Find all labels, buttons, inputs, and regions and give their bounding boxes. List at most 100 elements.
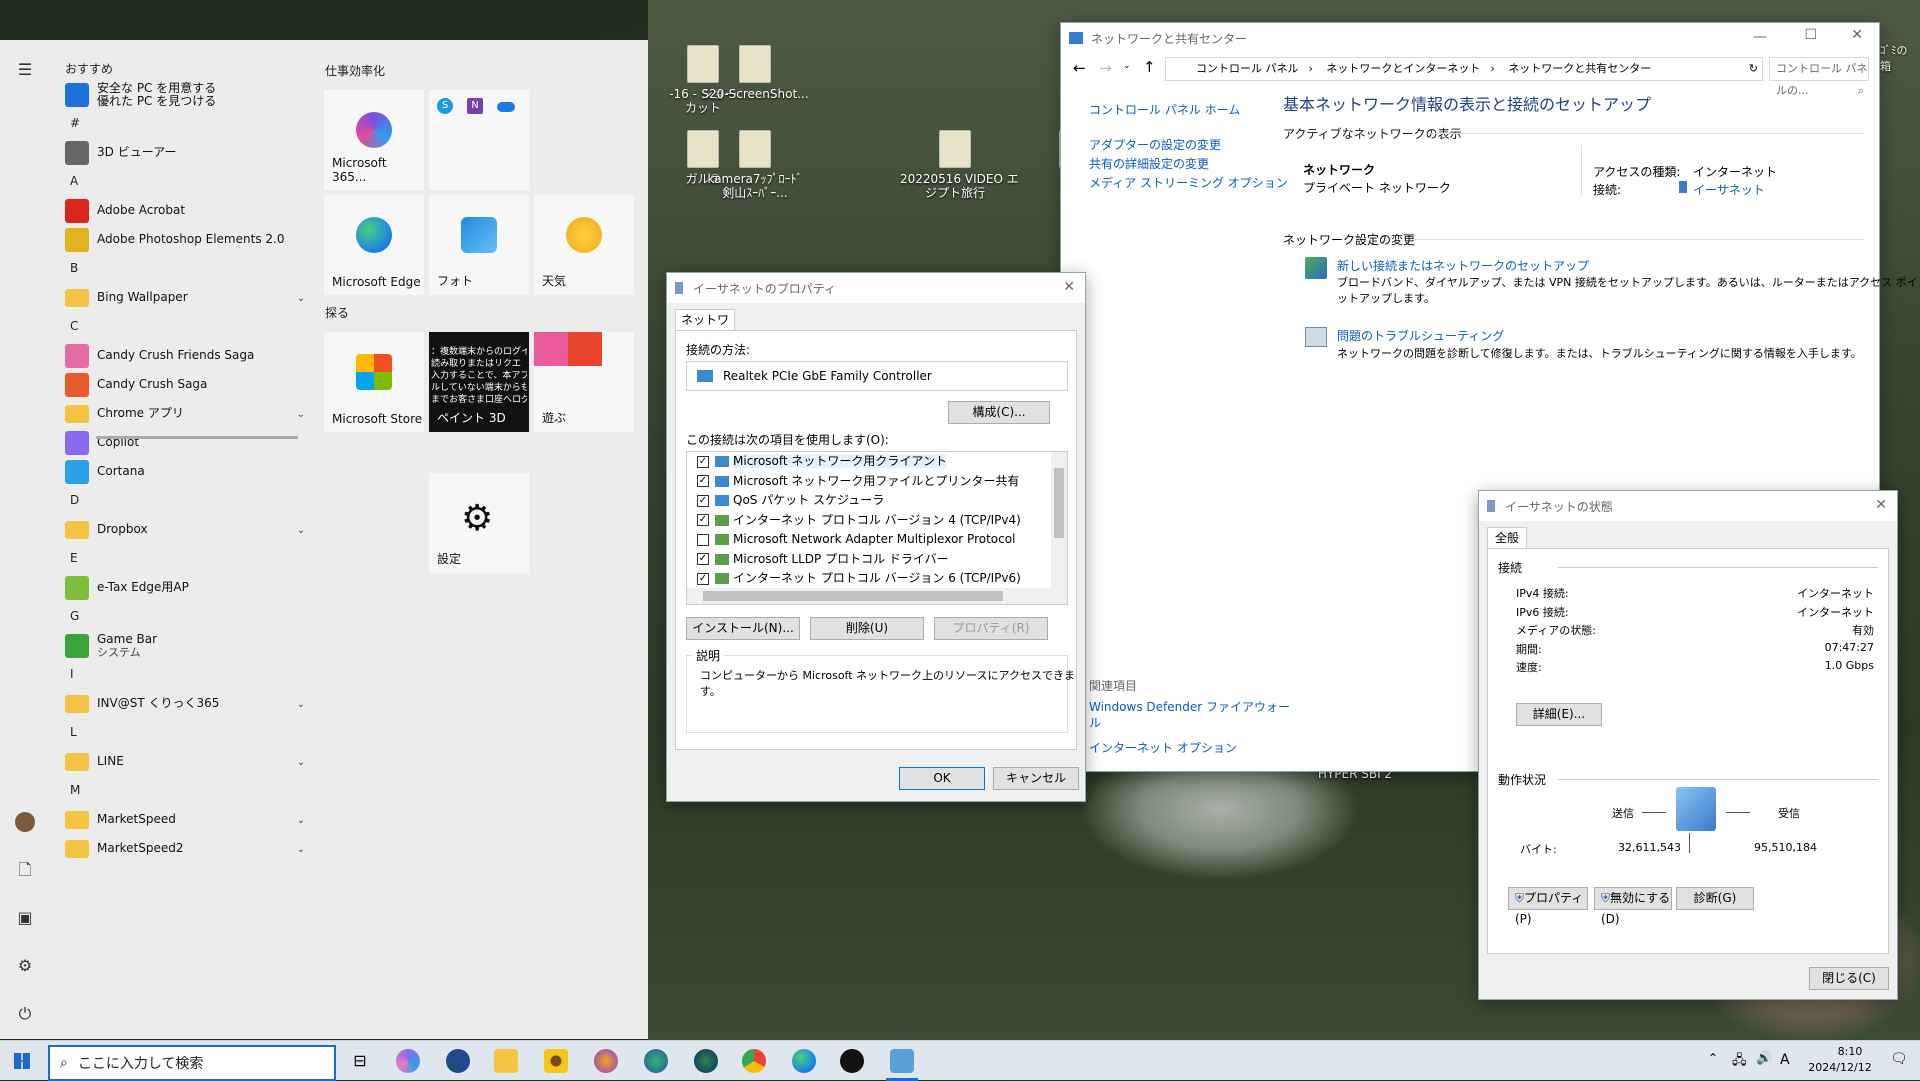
- item-checkbox[interactable]: ✓: [697, 572, 709, 585]
- diagnose-button[interactable]: 診断(G): [1676, 887, 1754, 910]
- back-arrow-icon[interactable]: ←: [1073, 59, 1086, 77]
- app-list-item[interactable]: Chrome アプリ ⌄: [55, 399, 305, 428]
- expand-chevron-icon[interactable]: ⌄: [297, 293, 305, 304]
- item-checkbox[interactable]: ✓: [697, 553, 709, 565]
- firefox-icon[interactable]: [594, 1049, 618, 1073]
- app-list-item[interactable]: 安全な PC を用意する 優れた PC を見つける: [55, 80, 305, 109]
- tile-office-group[interactable]: S N: [429, 90, 529, 190]
- app-list-item[interactable]: Candy Crush Friends Saga: [55, 341, 305, 370]
- address-bar[interactable]: コントロール パネル › ネットワークとインターネット › ネットワークと共有センタ…: [1165, 57, 1763, 81]
- related-link-firewall[interactable]: Windows Defender ファイアウォー ル: [1089, 699, 1290, 731]
- hscroll-thumb[interactable]: [703, 591, 1003, 601]
- protocol-item[interactable]: ✓ インターネット プロトコル バージョン 4 (TCP/IPv4): [687, 511, 1067, 530]
- configure-button[interactable]: 構成(C)...: [948, 401, 1050, 424]
- breadcrumb-item[interactable]: ネットワークと共有センター: [1508, 62, 1651, 75]
- app-list-item[interactable]: MarketSpeed ⌄: [55, 805, 305, 834]
- mt4-icon[interactable]: [446, 1049, 470, 1073]
- app-list-item[interactable]: e-Tax Edge用AP: [55, 573, 305, 602]
- windows-start-icon[interactable]: [14, 1053, 30, 1069]
- tile-play[interactable]: 遊ぶ: [534, 332, 634, 432]
- search-input[interactable]: コントロール パネルの... ⌕: [1769, 57, 1869, 97]
- tile-microsoft-store[interactable]: Microsoft Store: [324, 332, 424, 432]
- app-list-item[interactable]: Adobe Acrobat: [55, 196, 305, 225]
- item-checkbox[interactable]: ✓: [697, 455, 709, 468]
- alpha-header[interactable]: L: [55, 718, 305, 747]
- properties-button[interactable]: ⛨プロパティ(P): [1508, 887, 1588, 926]
- tray-network-icon[interactable]: 🖧: [1732, 1051, 1747, 1073]
- documents-icon[interactable]: 🗋: [15, 860, 35, 880]
- expand-chevron-icon[interactable]: ⌄: [297, 844, 305, 855]
- app-list-item[interactable]: Copilot: [55, 428, 305, 457]
- clock-date[interactable]: 2024/12/12: [1800, 1061, 1880, 1074]
- app-list-item[interactable]: Cortana: [55, 457, 305, 486]
- app-list-item[interactable]: MarketSpeed2 ⌄: [55, 834, 305, 863]
- protocol-item[interactable]: ✓ Microsoft ネットワーク用ファイルとプリンター共有: [687, 472, 1067, 491]
- up-arrow-icon[interactable]: ↑: [1143, 58, 1156, 76]
- ime-indicator[interactable]: A: [1780, 1052, 1790, 1068]
- tile-paint-3d[interactable]: ：複数端末からのログイン 読み取りまたはリクエ 入力することで、本アプリ ルして…: [429, 332, 529, 432]
- alpha-header[interactable]: M: [55, 776, 305, 805]
- scroll-thumb[interactable]: [1054, 468, 1064, 538]
- item-checkbox[interactable]: ✓: [697, 494, 709, 507]
- user-avatar[interactable]: [15, 812, 35, 832]
- file-explorer-icon[interactable]: [494, 1049, 518, 1073]
- tile-microsoft-edge[interactable]: Microsoft Edge: [324, 195, 424, 295]
- close-button[interactable]: ✕: [1875, 497, 1887, 513]
- task-view-icon[interactable]: ⊟: [348, 1049, 372, 1073]
- app-list-item[interactable]: Candy Crush Saga: [55, 370, 305, 399]
- tile-photos[interactable]: フォト: [429, 195, 529, 295]
- app-list-item[interactable]: Bing Wallpaper ⌄: [55, 283, 305, 312]
- audio-app-icon[interactable]: [840, 1049, 864, 1073]
- breadcrumb-item[interactable]: コントロール パネル: [1196, 62, 1299, 75]
- desktop-icon[interactable]: kamera7ｯﾌﾟﾛｰﾄﾞ 剣山ｽｰﾊﾟｰ...: [700, 130, 810, 200]
- alpha-header[interactable]: B: [55, 254, 305, 283]
- copilot-icon[interactable]: [396, 1049, 420, 1073]
- forward-arrow-icon[interactable]: →: [1099, 59, 1112, 77]
- item-checkbox[interactable]: ✓: [697, 475, 709, 487]
- ok-button[interactable]: OK: [899, 767, 985, 790]
- side-link-streaming[interactable]: メディア ストリーミング オプション: [1089, 174, 1288, 193]
- notification-icon[interactable]: 🗨: [1890, 1051, 1908, 1067]
- horizontal-scrollbar[interactable]: [687, 588, 1067, 604]
- app-list-item[interactable]: 3D ビューアー: [55, 138, 305, 167]
- expand-chevron-icon[interactable]: ⌄: [297, 699, 305, 710]
- side-link-sharing[interactable]: 共有の詳細設定の変更: [1089, 155, 1288, 174]
- tab-general[interactable]: 全般: [1487, 527, 1527, 549]
- side-link-adapter[interactable]: アダプターの設定の変更: [1089, 136, 1288, 155]
- tile-microsoft-365[interactable]: Microsoft 365...: [324, 90, 424, 190]
- tile-weather[interactable]: 天気: [534, 195, 634, 295]
- tab-network[interactable]: ネットワーク: [675, 309, 735, 347]
- app-list-item[interactable]: LINE ⌄: [55, 747, 305, 776]
- recycle-bin-label[interactable]: ｺﾞﾐの 箱: [1880, 42, 1908, 74]
- expand-chevron-icon[interactable]: ⌄: [297, 525, 305, 536]
- desktop-icon[interactable]: 20220516 VIDEO エ ジプト旅行: [900, 130, 1019, 200]
- vertical-scrollbar[interactable]: [1051, 452, 1067, 588]
- close-button[interactable]: 閉じる(C): [1809, 967, 1889, 990]
- expand-chevron-icon[interactable]: ⌄: [297, 815, 305, 826]
- minimize-button[interactable]: —: [1753, 29, 1767, 45]
- item-checkbox[interactable]: [697, 533, 709, 546]
- recent-chevron-icon[interactable]: ⌄: [1123, 61, 1131, 71]
- app-list-item[interactable]: Adobe Photoshop Elements 2.0: [55, 225, 305, 254]
- uninstall-button[interactable]: 削除(U): [810, 617, 924, 640]
- sunflower-app-icon[interactable]: [544, 1049, 568, 1073]
- pictures-icon[interactable]: ▣: [15, 908, 35, 928]
- alpha-header[interactable]: #: [55, 109, 305, 138]
- alpha-header[interactable]: D: [55, 486, 305, 515]
- item-properties-button[interactable]: プロパティ(R): [934, 617, 1048, 640]
- globe-app-2-icon[interactable]: [694, 1049, 718, 1073]
- taskbar-search-box[interactable]: ⌕ ここに入力して検索: [48, 1045, 336, 1081]
- details-button[interactable]: 詳細(E)...: [1516, 703, 1602, 726]
- app-list-item[interactable]: INV@ST くりっく365 ⌄: [55, 689, 305, 718]
- breadcrumb-item[interactable]: ネットワークとインターネット: [1326, 62, 1480, 75]
- alpha-header[interactable]: I: [55, 660, 305, 689]
- protocol-item[interactable]: ✓ Microsoft ネットワーク用クライアント: [687, 452, 1067, 471]
- network-control-panel-icon[interactable]: [890, 1049, 914, 1073]
- disable-button[interactable]: ⛨無効にする(D): [1594, 887, 1672, 926]
- app-list-item[interactable]: Dropbox ⌄: [55, 515, 305, 544]
- edge-icon[interactable]: [792, 1049, 816, 1073]
- desktop-icon[interactable]: S20-ScreenShot...: [700, 45, 810, 101]
- close-button[interactable]: ✕: [1851, 27, 1863, 43]
- related-link-internet-options[interactable]: インターネット オプション: [1089, 739, 1237, 756]
- install-button[interactable]: インストール(N)...: [686, 617, 800, 640]
